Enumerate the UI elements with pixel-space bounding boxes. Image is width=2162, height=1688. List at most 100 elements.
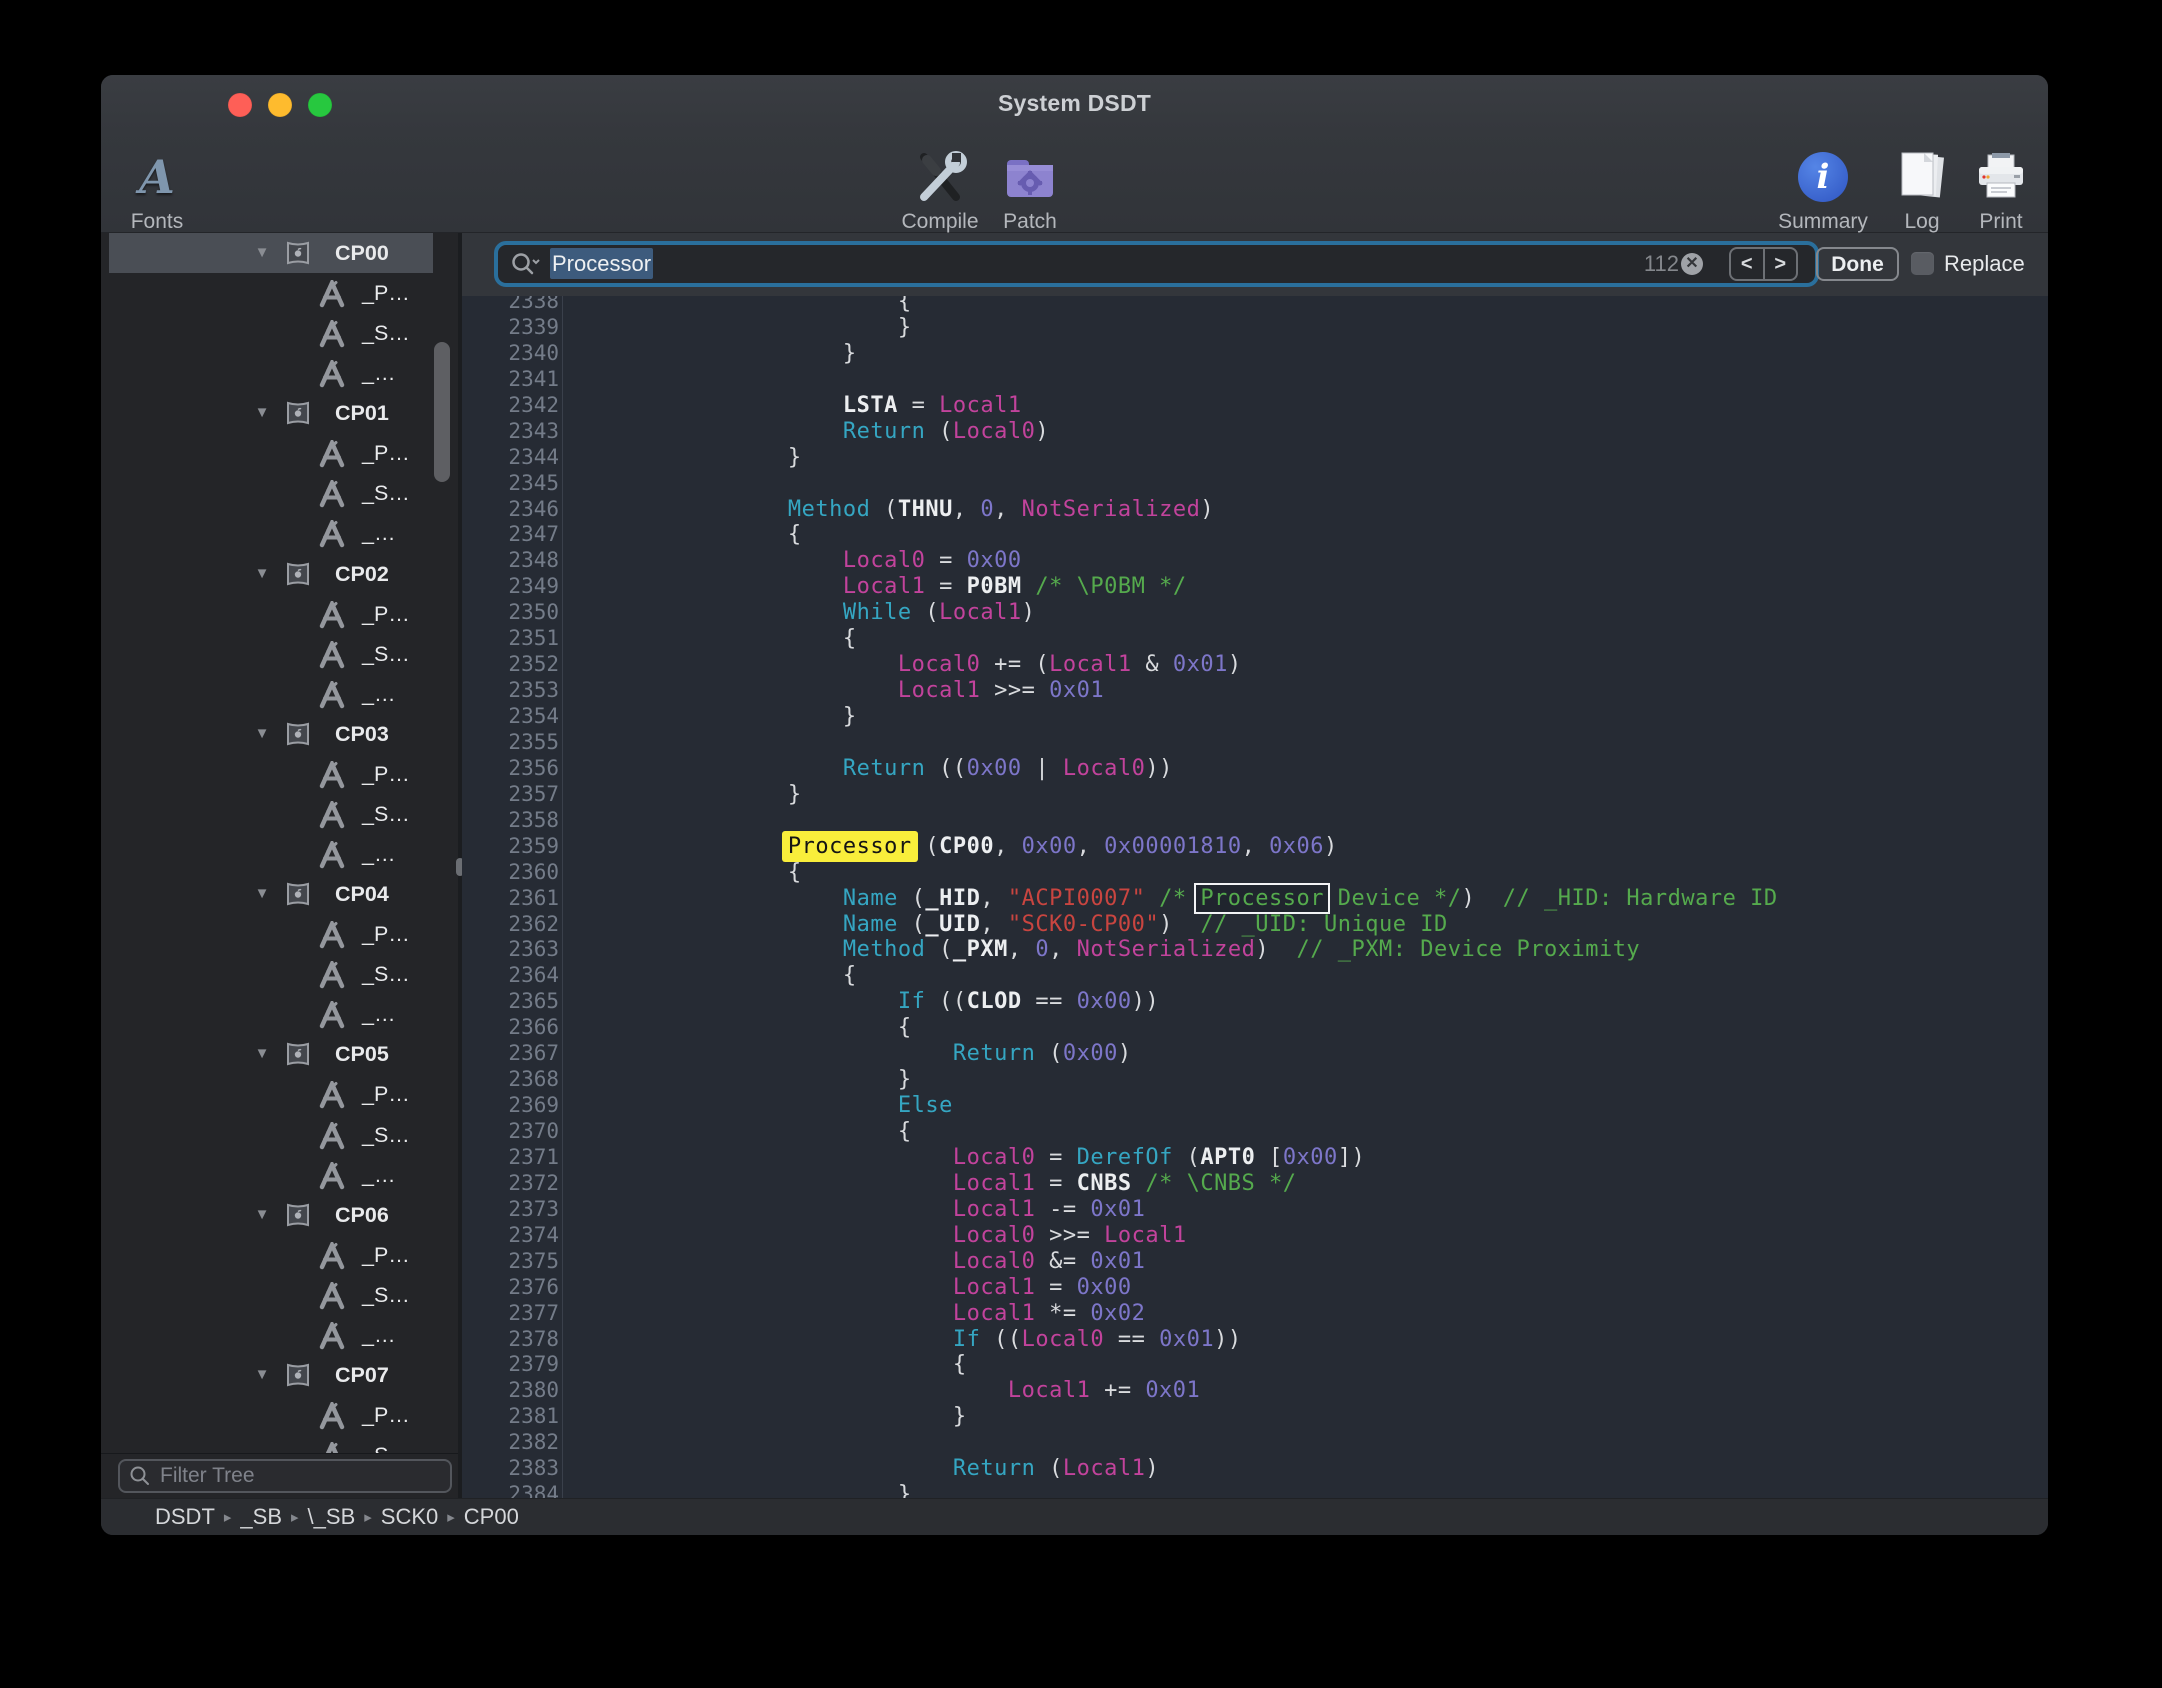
tree-item[interactable]: _… [101, 513, 458, 553]
code-line: 2357 } [462, 782, 2048, 808]
code-text: While (Local1) [563, 600, 1035, 626]
tree-group-CP06[interactable]: ▼ CP06 [101, 1195, 458, 1235]
tree-item[interactable]: _P… [101, 1074, 458, 1114]
replace-checkbox[interactable] [1911, 252, 1934, 275]
line-number: 2382 [462, 1430, 563, 1456]
breadcrumb-item-DSDT[interactable]: DSDT [155, 1504, 215, 1530]
tree-item-label: _P… [362, 1401, 410, 1429]
disclosure-triangle-icon[interactable]: ▼ [251, 1042, 273, 1066]
tree-item-label: _… [362, 1321, 395, 1349]
code-text: Local0 = 0x00 [563, 548, 1022, 574]
line-number: 2355 [462, 730, 563, 756]
disclosure-triangle-icon[interactable]: ▼ [251, 722, 273, 746]
code-text: { [563, 963, 857, 989]
method-icon [317, 440, 347, 473]
tree-item[interactable]: _P… [101, 754, 458, 794]
line-number: 2379 [462, 1352, 563, 1378]
tree-group-CP05[interactable]: ▼CP05 [101, 1034, 458, 1074]
tree-item[interactable]: _S… [101, 1115, 458, 1155]
tree-item[interactable]: _… [101, 834, 458, 874]
code-text [563, 1430, 568, 1456]
clear-search-icon[interactable]: ✕ [1681, 253, 1703, 275]
screen: System DSDT A Fonts [0, 0, 2162, 1688]
tree-item[interactable]: _… [101, 1315, 458, 1355]
done-button[interactable]: Done [1816, 247, 1899, 281]
method-icon [317, 681, 347, 714]
sidebar-scrollbar[interactable] [434, 342, 450, 482]
tree-group-CP01[interactable]: ▼ CP01 [101, 393, 458, 433]
tree-group-label: CP07 [335, 1361, 389, 1389]
code-line: 2350 While (Local1) [462, 600, 2048, 626]
breadcrumb-item-SCK0[interactable]: SCK0 [381, 1504, 438, 1530]
line-number: 2371 [462, 1145, 563, 1171]
breadcrumb-item-CP00[interactable]: CP00 [464, 1504, 519, 1530]
disclosure-triangle-icon[interactable]: ▼ [251, 1363, 273, 1387]
tree-group-label: CP01 [335, 399, 389, 427]
line-number: 2366 [462, 1015, 563, 1041]
code-line: 2341 [462, 367, 2048, 393]
navigation-tree[interactable]: ▼CP00_P…_S…_…▼CP01_P…_S…_…▼CP02_P…_S…_…▼… [101, 233, 458, 1453]
disclosure-triangle-icon[interactable]: ▼ [251, 1203, 273, 1227]
tree-item-label: _P… [362, 1241, 410, 1269]
tree-item[interactable]: _… [101, 1155, 458, 1195]
breadcrumb-item-_SB[interactable]: _SB [240, 1504, 282, 1530]
code-line: 2346 Method (THNU, 0, NotSerialized) [462, 497, 2048, 523]
code-text: Local0 = DerefOf (APT0 [0x00]) [563, 1145, 1365, 1171]
tree-item-label: _S… [362, 800, 410, 828]
tree-group-CP03[interactable]: ▼CP03 [101, 714, 458, 754]
code-line: 2384 } [462, 1482, 2048, 1498]
tree-item[interactable]: _P… [101, 1235, 458, 1275]
tree-item[interactable]: _S… [101, 634, 458, 674]
tree-item[interactable]: _S… [101, 954, 458, 994]
find-next-button[interactable]: > [1765, 249, 1797, 279]
tree-item[interactable]: _… [101, 994, 458, 1034]
disclosure-triangle-icon[interactable]: ▼ [251, 401, 273, 425]
tree-item[interactable]: _P… [101, 594, 458, 634]
tree-item-label: _S… [362, 319, 410, 347]
fonts-button[interactable]: A Fonts [101, 138, 227, 234]
tree-item[interactable]: _P… [101, 433, 458, 473]
minimize-button[interactable] [268, 93, 292, 117]
tree-item[interactable]: _S… [101, 473, 458, 513]
patch-button[interactable]: Patch [960, 138, 1100, 234]
tree-group-label: CP06 [335, 1201, 389, 1229]
device-icon [284, 721, 312, 752]
replace-label: Replace [1944, 247, 2025, 281]
tree-item[interactable]: _S… [101, 794, 458, 834]
code-line: 2362 Name (_UID, "SCK0-CP00") // _UID: U… [462, 912, 2048, 938]
tree-group-CP00[interactable]: ▼CP00 [101, 233, 458, 273]
tree-group-CP07[interactable]: ▼ CP07 [101, 1355, 458, 1395]
zoom-button[interactable] [308, 93, 332, 117]
tree-item-label: _… [362, 1161, 395, 1189]
code-line: 2361 Name (_HID, "ACPI0007" /* Processor… [462, 886, 2048, 912]
disclosure-triangle-icon[interactable]: ▼ [251, 241, 273, 265]
print-button[interactable]: Print [1931, 138, 2048, 234]
code-line: 2371 Local0 = DerefOf (APT0 [0x00]) [462, 1145, 2048, 1171]
disclosure-triangle-icon[interactable]: ▼ [251, 882, 273, 906]
method-icon [317, 921, 347, 954]
line-number: 2359 [462, 834, 563, 860]
tree-item[interactable]: _P… [101, 1395, 458, 1435]
code-line: 2338 { [462, 296, 2048, 315]
code-line: 2366 { [462, 1015, 2048, 1041]
tree-group-CP04[interactable]: ▼CP04 [101, 874, 458, 914]
tree-item[interactable]: _P… [101, 273, 458, 313]
code-line: 2363 Method (_PXM, 0, NotSerialized) // … [462, 937, 2048, 963]
tree-item[interactable]: _… [101, 353, 458, 393]
tree-item[interactable]: _P… [101, 914, 458, 954]
method-icon [317, 1162, 347, 1195]
breadcrumb-item-_SB[interactable]: \_SB [308, 1504, 356, 1530]
tree-item[interactable]: _S… [101, 1435, 458, 1453]
tree-item[interactable]: _… [101, 674, 458, 714]
code-editor[interactable]: 2338 {2339 }2340 }23412342 LSTA = Local1… [462, 296, 2048, 1498]
close-button[interactable] [228, 93, 252, 117]
tree-item-label: _… [362, 1000, 395, 1028]
filter-tree-input[interactable]: Filter Tree [118, 1459, 452, 1493]
tree-item[interactable]: _S… [101, 1275, 458, 1315]
tree-item[interactable]: _S… [101, 313, 458, 353]
code-line: 2369 Else [462, 1093, 2048, 1119]
tree-group-CP02[interactable]: ▼CP02 [101, 554, 458, 594]
disclosure-triangle-icon[interactable]: ▼ [251, 562, 273, 586]
find-previous-button[interactable]: < [1731, 249, 1765, 279]
filter-strip: Filter Tree [101, 1453, 458, 1498]
